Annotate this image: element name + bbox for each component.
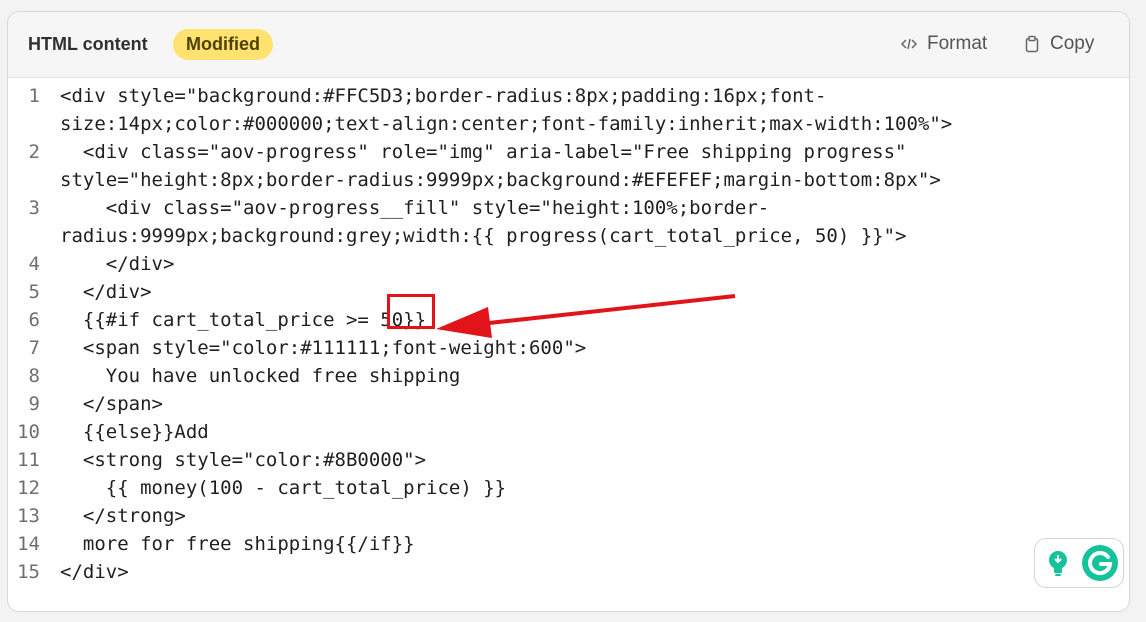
panel-title: HTML content [28, 34, 148, 54]
code-line[interactable]: <div class="aov-progress__fill" style="h… [60, 194, 769, 222]
line-number: 8 [28, 365, 40, 387]
modified-badge: Modified [173, 29, 273, 60]
panel-header: HTML content Modified Format Copy [8, 12, 1129, 78]
code-line[interactable]: <div style="background:#FFC5D3;border-ra… [60, 82, 826, 110]
code-line[interactable]: </span> [60, 390, 163, 418]
line-number: 14 [17, 533, 40, 555]
code-line[interactable]: </strong> [60, 502, 186, 530]
code-line[interactable]: style="height:8px;border-radius:9999px;b… [60, 166, 941, 194]
line-number: 5 [28, 281, 40, 303]
format-button[interactable]: Format [900, 33, 987, 55]
code-line[interactable]: {{else}}Add [60, 418, 209, 446]
code-line[interactable]: {{ money(100 - cart_total_price) }} [60, 474, 506, 502]
code-line[interactable]: more for free shipping{{/if}} [60, 530, 415, 558]
line-number: 10 [17, 421, 40, 443]
code-line[interactable]: </div> [60, 250, 175, 278]
line-number: 9 [28, 393, 40, 415]
line-number: 7 [28, 337, 40, 359]
code-line[interactable]: size:14px;color:#000000;text-align:cente… [60, 110, 952, 138]
line-number: 4 [28, 253, 40, 275]
line-number: 15 [17, 561, 40, 583]
code-line[interactable]: radius:9999px;background:grey;width:{{ p… [60, 222, 906, 250]
code-line[interactable]: You have unlocked free shipping [60, 362, 461, 390]
code-icon [900, 38, 918, 50]
grammarly-logo-icon[interactable] [1081, 544, 1119, 582]
lightbulb-icon[interactable] [1045, 549, 1071, 577]
code-line[interactable]: </div> [60, 278, 152, 306]
grammarly-widget[interactable] [1034, 538, 1124, 588]
line-number: 13 [17, 505, 40, 527]
code-line[interactable]: {{#if cart_total_price >= 50}} [60, 306, 426, 334]
annotation-highlight-box [387, 294, 435, 329]
format-label: Format [927, 33, 988, 54]
annotation-arrow-icon [436, 294, 736, 338]
copy-label: Copy [1050, 33, 1095, 54]
line-number: 1 [28, 85, 40, 107]
line-number: 11 [17, 449, 40, 471]
line-number: 12 [17, 477, 40, 499]
line-number: 3 [28, 197, 40, 219]
code-line[interactable]: <strong style="color:#8B0000"> [60, 446, 426, 474]
code-line[interactable]: <div class="aov-progress" role="img" ari… [60, 138, 907, 166]
line-number: 6 [28, 309, 40, 331]
clipboard-icon [1025, 35, 1039, 53]
line-number: 2 [28, 141, 40, 163]
copy-button[interactable]: Copy [1023, 33, 1094, 55]
code-line[interactable]: </div> [60, 558, 129, 586]
